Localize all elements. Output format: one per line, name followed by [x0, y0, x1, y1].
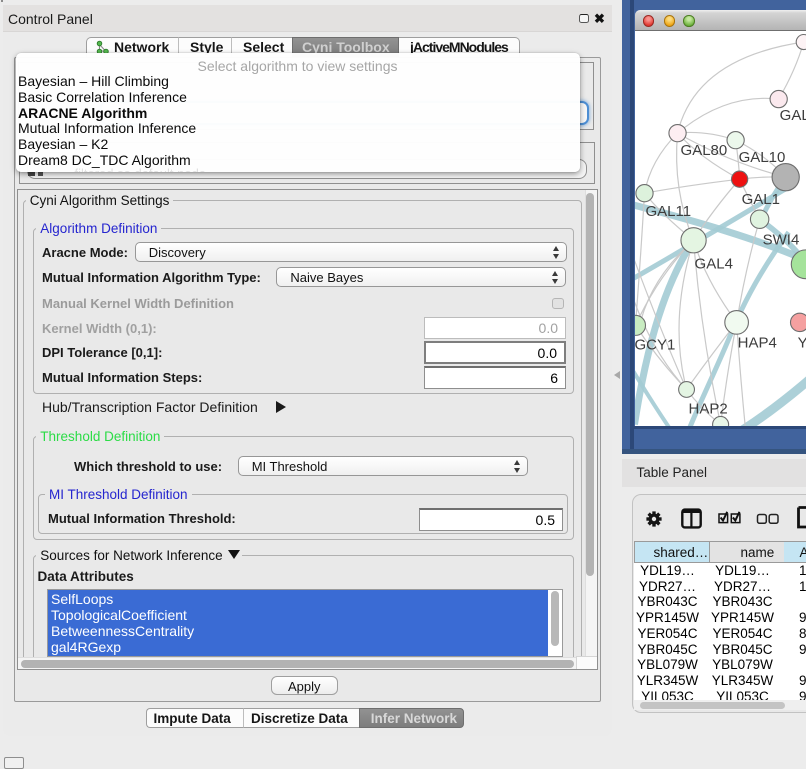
- svg-text:GAL10: GAL10: [738, 149, 785, 166]
- svg-text:SWI4: SWI4: [762, 231, 799, 248]
- svg-text:Y: Y: [797, 334, 805, 351]
- svg-text:HAP2: HAP2: [688, 400, 727, 417]
- svg-text:GAL80: GAL80: [680, 142, 727, 159]
- svg-text:GAL4: GAL4: [694, 255, 732, 272]
- svg-text:HAP4: HAP4: [737, 334, 776, 351]
- svg-text:GAL11: GAL11: [645, 203, 691, 220]
- svg-text:GCY1: GCY1: [635, 336, 675, 353]
- svg-text:GAL7: GAL7: [779, 107, 806, 124]
- svg-text:GAL1: GAL1: [741, 191, 779, 208]
